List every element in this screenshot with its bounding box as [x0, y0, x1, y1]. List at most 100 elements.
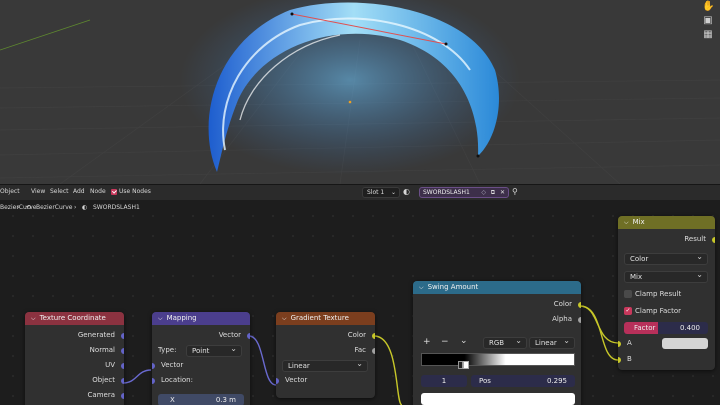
location-x-field[interactable]: X 0.3 m: [158, 394, 244, 405]
type-label: Type:: [158, 346, 177, 354]
breadcrumb-item-3[interactable]: SWORDSLASH1: [93, 204, 140, 211]
blend-mode-value: Mix: [630, 273, 643, 281]
viewport-scene: [0, 0, 720, 184]
texture-coordinate-node[interactable]: ⌵ Texture Coordinate Generated Normal UV …: [25, 312, 124, 405]
socket-dot[interactable]: [121, 347, 124, 354]
camera-icon[interactable]: ▣: [702, 15, 714, 27]
material-name-field[interactable]: SWORDSLASH1 ◇ ⧉ ✕: [419, 187, 509, 198]
chevron-down-icon[interactable]: ⌵: [31, 312, 36, 325]
clamp-factor-label: Clamp Factor: [635, 307, 682, 315]
remove-stop-button[interactable]: −: [441, 337, 449, 347]
data-type-dropdown[interactable]: Color: [624, 252, 708, 265]
chevron-down-icon[interactable]: ⌵: [282, 312, 287, 325]
menu-node[interactable]: Node: [90, 188, 106, 195]
menu-object[interactable]: Object: [0, 188, 20, 195]
node-title: Swing Amount: [427, 283, 479, 291]
pin-icon[interactable]: ⚲: [512, 187, 518, 196]
3d-viewport[interactable]: ✋ ▣ ▦: [0, 0, 720, 184]
node-header[interactable]: ⌵ Texture Coordinate: [25, 312, 124, 325]
socket-dot[interactable]: [618, 356, 621, 363]
x-value: 0.3 m: [215, 396, 236, 404]
checkmark-icon: ✓: [624, 307, 632, 315]
swing-amount-node[interactable]: ⌵Swing Amount Color Alpha + − ⌄ RGB Line…: [413, 281, 581, 405]
mapping-node[interactable]: ⌵Mapping Vector Type: Point Vector Locat…: [152, 312, 250, 405]
clamp-result-toggle[interactable]: Clamp Result: [624, 290, 681, 298]
use-nodes-toggle[interactable]: Use Nodes: [111, 188, 151, 195]
chevron-down-icon[interactable]: ⌵: [158, 312, 163, 325]
node-header[interactable]: ⌵ Mix: [618, 216, 715, 229]
menu-add[interactable]: Add: [73, 188, 85, 195]
chevron-down-icon[interactable]: ⌄: [460, 336, 468, 346]
socket-label: Location:: [161, 376, 193, 384]
grid-view-icon[interactable]: ▦: [702, 29, 714, 41]
breadcrumb-item-2[interactable]: BezierCurve: [36, 204, 72, 211]
socket-dot[interactable]: [578, 316, 581, 323]
socket-dot[interactable]: [121, 392, 124, 399]
factor-value: 0.400: [679, 324, 700, 332]
material-sphere-icon[interactable]: ◐: [403, 187, 410, 196]
output-alpha: Alpha: [413, 312, 581, 327]
menu-view[interactable]: View: [31, 188, 45, 195]
hand-icon[interactable]: ✋: [702, 1, 714, 13]
output-normal: Normal: [25, 343, 124, 358]
copy-icon[interactable]: ⧉: [491, 188, 495, 197]
output-color: Color: [413, 297, 581, 312]
gradient-texture-node[interactable]: ⌵Gradient Texture Color Fac Linear Vecto…: [276, 312, 375, 398]
socket-dot[interactable]: [372, 332, 375, 339]
input-location: Location:: [152, 373, 250, 388]
stop-pos-field[interactable]: Pos 0.295: [471, 375, 575, 387]
ramp-stop-white[interactable]: [463, 361, 469, 369]
socket-dot[interactable]: [152, 377, 155, 384]
color-mode-value: RGB: [489, 339, 505, 347]
interpolation-dropdown[interactable]: Linear: [282, 359, 368, 372]
input-vector: Vector: [276, 373, 375, 388]
type-dropdown[interactable]: Point: [186, 344, 242, 357]
factor-slider[interactable]: Factor 0.400: [624, 322, 708, 334]
socket-label: Generated: [77, 331, 115, 339]
socket-dot[interactable]: [247, 332, 250, 339]
color-ramp-bar[interactable]: [421, 353, 575, 366]
node-title: Gradient Texture: [290, 314, 349, 322]
socket-label: Result: [684, 235, 706, 243]
blend-mode-dropdown[interactable]: Mix: [624, 270, 708, 283]
factor-label: Factor: [634, 324, 656, 332]
pos-value: 0.295: [546, 377, 567, 385]
stop-index-field[interactable]: 1: [421, 375, 467, 387]
curve-icon: ⟲: [26, 204, 32, 211]
mix-node[interactable]: ⌵Mix Result Color Mix Clamp Result ✓Clam…: [618, 216, 715, 370]
socket-dot[interactable]: [121, 362, 124, 369]
chevron-down-icon[interactable]: ⌵: [624, 216, 629, 229]
data-type-value: Color: [630, 255, 649, 263]
color-a-swatch[interactable]: [662, 338, 708, 349]
socket-dot[interactable]: [578, 301, 581, 308]
clamp-factor-toggle[interactable]: ✓ Clamp Factor: [624, 307, 681, 315]
stop-color-swatch[interactable]: [421, 393, 575, 405]
slot-dropdown[interactable]: Slot 1 ⌄: [362, 187, 400, 198]
node-header[interactable]: ⌵ Gradient Texture: [276, 312, 375, 325]
socket-dot[interactable]: [712, 236, 715, 243]
shield-icon[interactable]: ◇: [481, 188, 486, 197]
socket-dot[interactable]: [372, 347, 375, 354]
color-mode-dropdown[interactable]: RGB: [483, 336, 527, 349]
close-icon[interactable]: ✕: [500, 188, 505, 197]
socket-dot[interactable]: [121, 377, 124, 384]
socket-dot[interactable]: [276, 377, 279, 384]
node-title: Texture Coordinate: [39, 314, 106, 322]
output-color: Color: [276, 328, 375, 343]
node-header[interactable]: ⌵ Swing Amount: [413, 281, 581, 294]
socket-dot[interactable]: [152, 362, 155, 369]
socket-dot[interactable]: [121, 332, 124, 339]
socket-dot[interactable]: [618, 340, 621, 347]
add-stop-button[interactable]: +: [423, 337, 431, 347]
input-a: A: [618, 336, 658, 351]
output-fac: Fac: [276, 343, 375, 358]
node-header[interactable]: ⌵ Mapping: [152, 312, 250, 325]
interpolation-value: Linear: [288, 361, 310, 370]
menu-select[interactable]: Select: [50, 188, 69, 195]
x-label: X: [170, 396, 175, 404]
chevron-down-icon[interactable]: ⌵: [419, 281, 424, 294]
socket-label: Alpha: [552, 315, 572, 323]
output-object: Object: [25, 373, 124, 388]
chevron-down-icon: ⌄: [390, 189, 396, 196]
ramp-interp-dropdown[interactable]: Linear: [529, 336, 575, 349]
